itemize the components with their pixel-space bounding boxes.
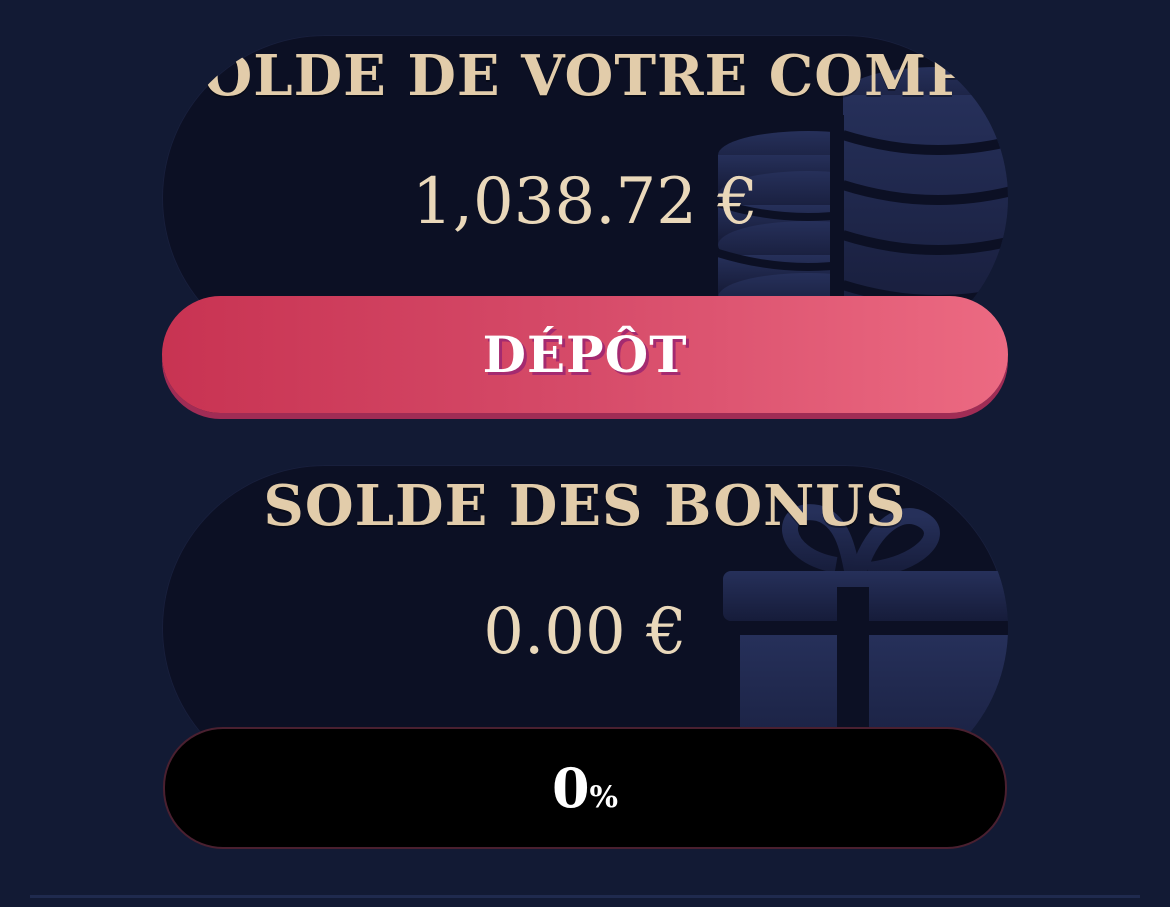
deposit-button[interactable]: DÉPÔT — [162, 296, 1008, 413]
bonus-progress-unit: % — [589, 780, 619, 815]
bonus-progress-label: 0% — [165, 729, 1005, 847]
account-balance-amount: 1,038.72 € — [411, 165, 759, 239]
balance-panel: SOLDE DE VOTRE COMPTE 1,038.72 € DÉPÔT S… — [0, 0, 1170, 907]
section-divider — [30, 895, 1140, 898]
deposit-button-label: DÉPÔT — [482, 325, 688, 384]
account-balance-title: SOLDE DE VOTRE COMPTE — [162, 43, 1008, 109]
bonus-balance-amount: 0.00 € — [483, 595, 687, 669]
bonus-progress-bar: 0% — [163, 727, 1007, 849]
bonus-progress-value: 0 — [551, 756, 590, 820]
bonus-balance-title: SOLDE DES BONUS — [263, 473, 907, 539]
